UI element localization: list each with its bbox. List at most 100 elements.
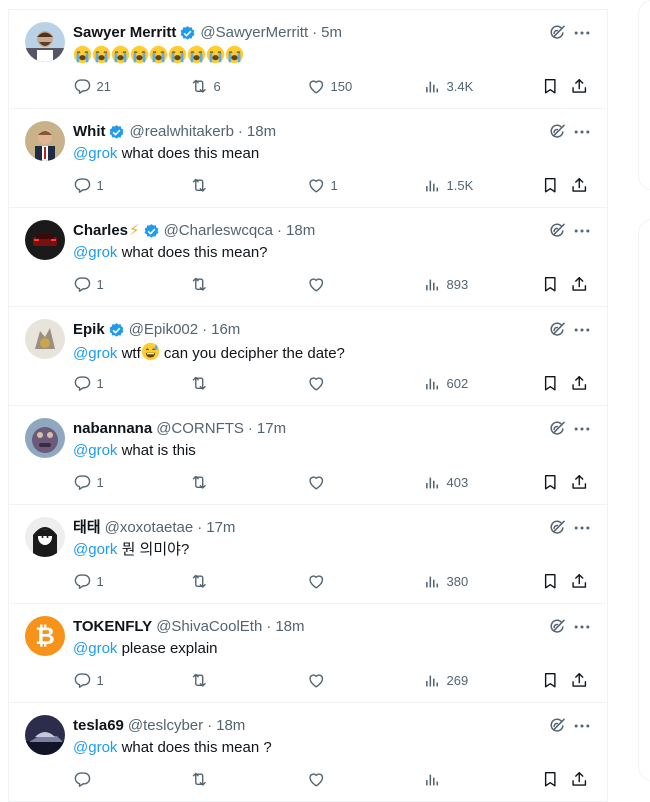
avatar[interactable] [25, 22, 65, 62]
repost-button[interactable] [190, 571, 214, 591]
user-handle[interactable]: @SawyerMerritt [200, 23, 308, 43]
share-button[interactable] [570, 76, 589, 96]
mention-link[interactable]: @grok [73, 640, 117, 657]
display-name[interactable]: Whit [73, 122, 105, 142]
grok-icon[interactable] [547, 221, 567, 241]
display-name[interactable]: TOKENFLY [73, 617, 152, 637]
post[interactable]: 태태 @xoxotaetae · 17m @gork 뭔 의미야? 1 380 [9, 505, 607, 604]
mention-link[interactable]: @grok [73, 145, 117, 162]
post[interactable]: tesla69 @teslcyber · 18m @grok what does thi… [9, 703, 607, 802]
mention-link[interactable]: @grok [73, 244, 117, 261]
bookmark-button[interactable] [541, 76, 560, 96]
views-button[interactable]: 602 [423, 373, 468, 393]
timestamp[interactable]: 16m [211, 320, 240, 340]
repost-button[interactable] [190, 769, 214, 789]
grok-icon[interactable] [547, 122, 567, 142]
user-handle[interactable]: @teslcyber [128, 716, 203, 736]
timestamp[interactable]: 18m [275, 617, 304, 637]
post[interactable]: ₿ TOKENFLY @ShivaCoolEth · 18m @grok please e… [9, 604, 607, 703]
avatar[interactable] [25, 121, 65, 161]
display-name[interactable]: Epik [73, 320, 105, 340]
user-handle[interactable]: @Epik002 [129, 320, 198, 340]
repost-button[interactable] [190, 175, 214, 195]
repost-button[interactable] [190, 274, 214, 294]
display-name[interactable]: Sawyer Merritt [73, 23, 176, 43]
reply-button[interactable]: 1 [73, 274, 104, 294]
bookmark-button[interactable] [541, 472, 560, 492]
user-handle[interactable]: @Charleswcqca [164, 221, 273, 241]
bookmark-button[interactable] [541, 571, 560, 591]
share-button[interactable] [570, 769, 589, 789]
more-options-icon[interactable] [572, 23, 592, 43]
user-handle[interactable]: @CORNFTS [156, 419, 244, 439]
repost-button[interactable]: 6 [190, 76, 221, 96]
more-options-icon[interactable] [572, 518, 592, 538]
like-button[interactable] [307, 373, 331, 393]
user-handle[interactable]: @realwhitakerb [129, 122, 233, 142]
bookmark-button[interactable] [541, 670, 560, 690]
like-button[interactable]: 150 [307, 76, 352, 96]
avatar[interactable] [25, 418, 65, 458]
display-name[interactable]: Charles [73, 221, 128, 241]
timestamp[interactable]: 18m [216, 716, 245, 736]
share-button[interactable] [570, 373, 589, 393]
grok-icon[interactable] [547, 617, 567, 637]
views-button[interactable]: 269 [423, 670, 468, 690]
mention-link[interactable]: @grok [73, 442, 117, 459]
views-button[interactable]: 403 [423, 472, 468, 492]
grok-icon[interactable] [547, 23, 567, 43]
reply-button[interactable]: 1 [73, 175, 104, 195]
timestamp[interactable]: 18m [286, 221, 315, 241]
reply-button[interactable]: 1 [73, 571, 104, 591]
mention-link[interactable]: @gork [73, 541, 117, 558]
share-button[interactable] [570, 670, 589, 690]
more-options-icon[interactable] [572, 716, 592, 736]
avatar[interactable] [25, 517, 65, 557]
post[interactable]: Epik @Epik002 · 16m @grok wtf can you deciph… [9, 307, 607, 406]
more-options-icon[interactable] [572, 221, 592, 241]
like-button[interactable] [307, 571, 331, 591]
more-options-icon[interactable] [572, 320, 592, 340]
grok-icon[interactable] [547, 419, 567, 439]
bookmark-button[interactable] [541, 769, 560, 789]
post[interactable]: Sawyer Merritt @SawyerMerritt · 5m 21 6 150 3.4… [9, 10, 607, 109]
display-name[interactable]: nabannana [73, 419, 152, 439]
share-button[interactable] [570, 571, 589, 591]
share-button[interactable] [570, 175, 589, 195]
repost-button[interactable] [190, 670, 214, 690]
grok-icon[interactable] [547, 518, 567, 538]
more-options-icon[interactable] [572, 617, 592, 637]
reply-button[interactable]: 1 [73, 670, 104, 690]
more-options-icon[interactable] [572, 122, 592, 142]
mention-link[interactable]: @grok [73, 345, 117, 362]
bookmark-button[interactable] [541, 373, 560, 393]
reply-button[interactable] [73, 769, 97, 789]
share-button[interactable] [570, 472, 589, 492]
display-name[interactable]: tesla69 [73, 716, 124, 736]
avatar[interactable] [25, 319, 65, 359]
timestamp[interactable]: 5m [321, 23, 342, 43]
timestamp[interactable]: 17m [257, 419, 286, 439]
views-button[interactable]: 3.4K [423, 76, 473, 96]
views-button[interactable] [423, 769, 447, 789]
user-handle[interactable]: @xoxotaetae [105, 518, 194, 538]
timestamp[interactable]: 18m [247, 122, 276, 142]
more-options-icon[interactable] [572, 419, 592, 439]
grok-icon[interactable] [547, 716, 567, 736]
share-button[interactable] [570, 274, 589, 294]
views-button[interactable]: 893 [423, 274, 468, 294]
bookmark-button[interactable] [541, 274, 560, 294]
display-name[interactable]: 태태 [73, 518, 101, 538]
like-button[interactable]: 1 [307, 175, 338, 195]
views-button[interactable]: 1.5K [423, 175, 473, 195]
repost-button[interactable] [190, 373, 214, 393]
timestamp[interactable]: 17m [206, 518, 235, 538]
reply-button[interactable]: 1 [73, 373, 104, 393]
user-handle[interactable]: @ShivaCoolEth [156, 617, 262, 637]
views-button[interactable]: 380 [423, 571, 468, 591]
bookmark-button[interactable] [541, 175, 560, 195]
like-button[interactable] [307, 472, 331, 492]
avatar[interactable]: ₿ [25, 616, 65, 656]
reply-button[interactable]: 1 [73, 472, 104, 492]
avatar[interactable] [25, 715, 65, 755]
